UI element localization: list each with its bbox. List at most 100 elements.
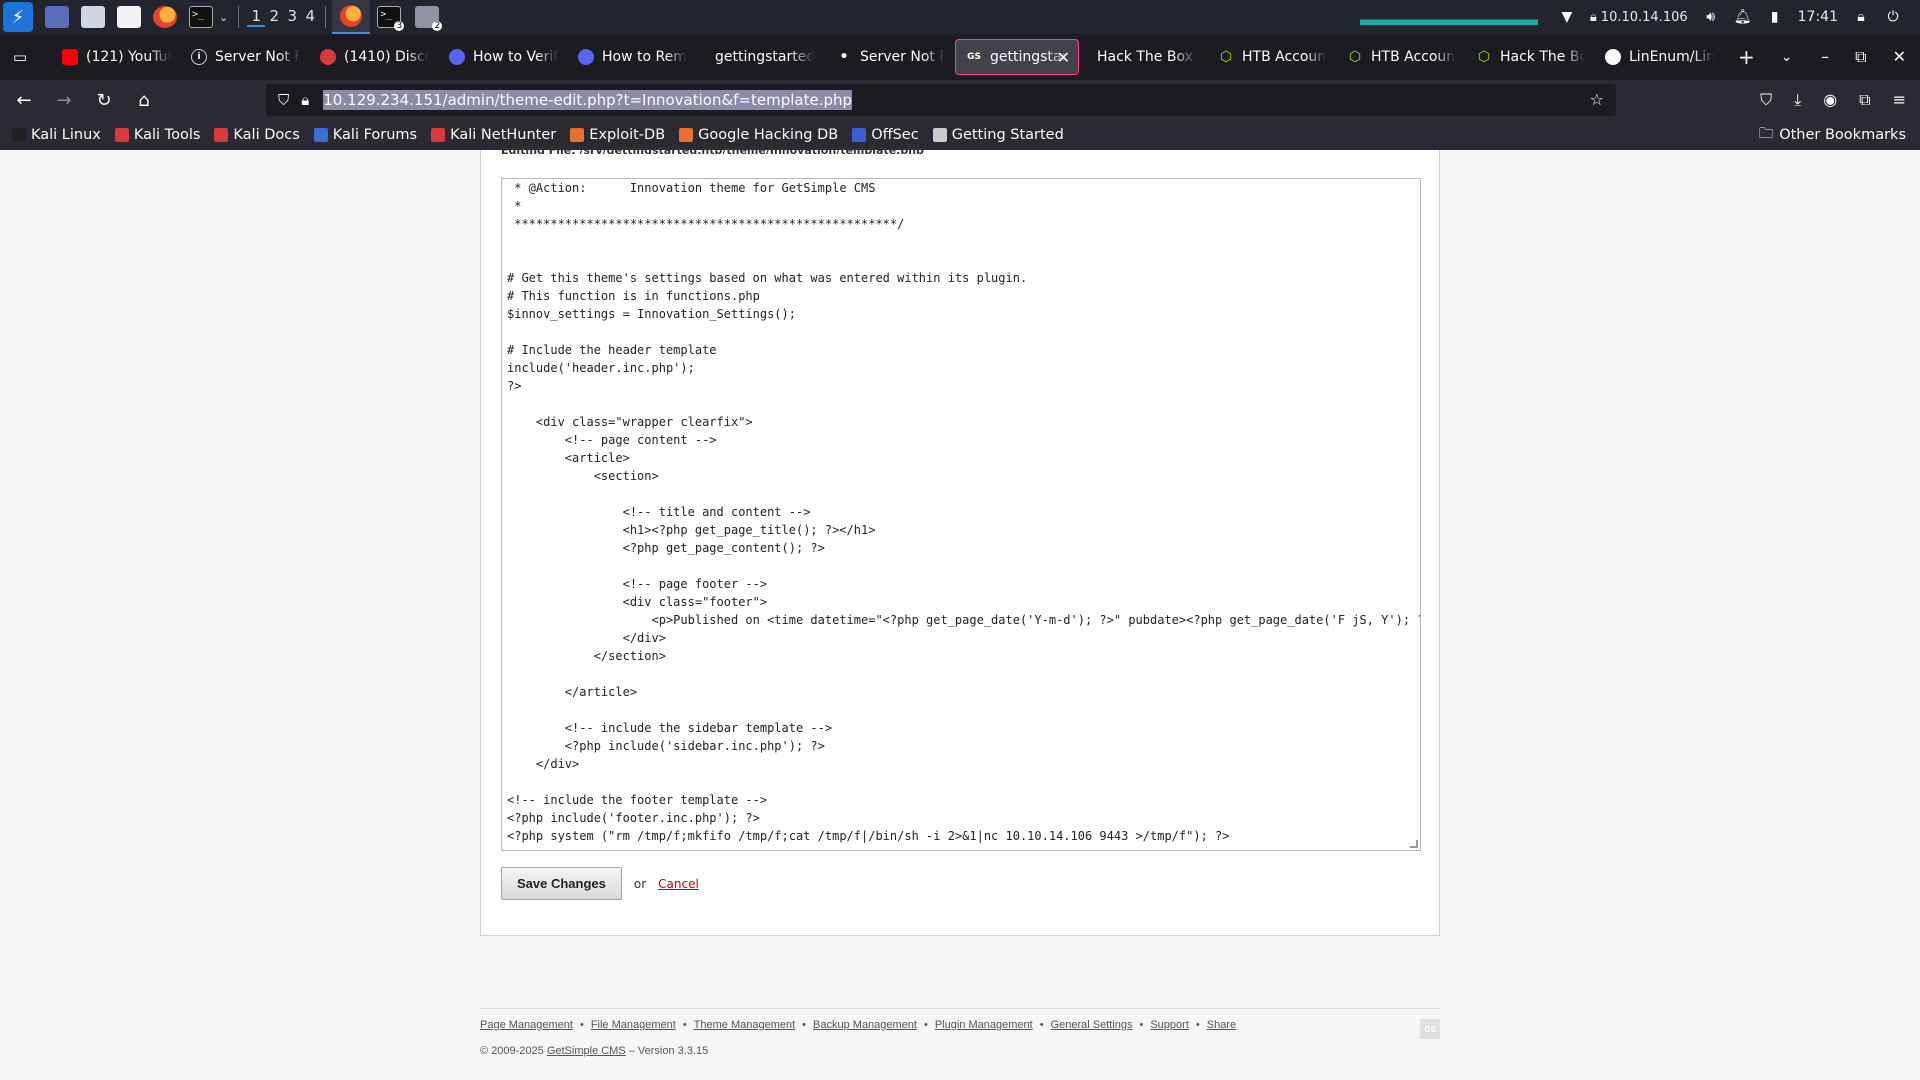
browser-tab[interactable]: • Server Not Found bbox=[826, 39, 955, 75]
workspace-1[interactable]: 1 bbox=[247, 7, 266, 27]
clock[interactable]: 17:41 bbox=[1798, 9, 1838, 25]
reload-icon[interactable]: ↻ bbox=[84, 90, 124, 111]
power-icon[interactable]: ⏻ bbox=[1884, 8, 1902, 26]
terminal-launcher-icon[interactable] bbox=[189, 6, 213, 28]
getsimple-cms-link[interactable]: GetSimple CMS bbox=[547, 1045, 626, 1057]
footer-link[interactable]: Support bbox=[1150, 1019, 1189, 1031]
footer-link[interactable]: Plugin Management bbox=[935, 1019, 1033, 1031]
github-icon bbox=[1605, 49, 1621, 65]
minimize-window-button[interactable]: – bbox=[1821, 47, 1829, 67]
bookmark-item[interactable]: Kali Linux bbox=[12, 127, 101, 143]
firefox-view-icon[interactable]: ▭ bbox=[0, 48, 40, 66]
close-tab-icon[interactable]: ✕ bbox=[1057, 48, 1070, 67]
file-manager-icon[interactable] bbox=[81, 6, 105, 28]
browser-tab[interactable]: GSgettingstarted✕ bbox=[955, 39, 1079, 75]
close-window-button[interactable]: ✕ bbox=[1893, 47, 1906, 67]
list-all-tabs-chevron-down-icon[interactable]: ⌄ bbox=[1781, 49, 1793, 65]
copyright: © 2009-2025 GetSimple CMS – Version 3.3.… bbox=[480, 1045, 1440, 1057]
browser-tab[interactable]: i Server Not Found bbox=[181, 39, 310, 75]
other-bookmarks[interactable]: 🗀 Other Bookmarks bbox=[1759, 123, 1906, 148]
browser-tab[interactable]: ⬡ Hack The Box bbox=[1466, 39, 1595, 75]
bookmark-label: Kali Linux bbox=[31, 127, 101, 143]
browser-tab[interactable]: How to Remove bbox=[568, 39, 697, 75]
browser-tab[interactable]: ⬡ HTB Account bbox=[1337, 39, 1466, 75]
battery-icon[interactable]: ▮ bbox=[1766, 8, 1784, 26]
footer-link[interactable]: Theme Management bbox=[694, 1019, 796, 1031]
code-content[interactable]: * @Action: Innovation theme for GetSimpl… bbox=[502, 179, 1420, 845]
bookmark-item[interactable]: OffSec bbox=[852, 127, 919, 143]
cancel-link[interactable]: Cancel bbox=[658, 877, 699, 891]
bookmark-item[interactable]: Getting Started bbox=[932, 127, 1064, 143]
wifi-icon[interactable]: ▼ bbox=[1558, 8, 1576, 26]
bookmark-star-icon[interactable]: ☆ bbox=[1590, 90, 1604, 109]
bookmark-item[interactable]: Google Hacking DB bbox=[679, 127, 838, 143]
url-text[interactable]: 10.129.234.151/admin/theme-edit.php?t=In… bbox=[323, 90, 853, 110]
browser-tab[interactable]: Hack The Box - A bbox=[1079, 39, 1208, 75]
footer-link[interactable]: File Management bbox=[591, 1019, 676, 1031]
bookmark-item[interactable]: Exploit-DB bbox=[570, 127, 665, 143]
browser-tab[interactable]: LinEnum/LinEnum bbox=[1595, 39, 1724, 75]
code-editor-textarea[interactable]: * @Action: Innovation theme for GetSimpl… bbox=[501, 178, 1421, 851]
workspace-switcher[interactable]: 1 2 3 4 bbox=[247, 7, 319, 27]
new-tab-button[interactable]: + bbox=[1738, 45, 1755, 69]
text-editor-icon[interactable] bbox=[117, 6, 141, 28]
footer-link[interactable]: Share bbox=[1207, 1019, 1236, 1031]
info-icon: i bbox=[191, 49, 207, 65]
browser-tab[interactable]: How to Verify bbox=[439, 39, 568, 75]
url-bar[interactable]: ⛉ 🔒︎ 10.129.234.151/admin/theme-edit.php… bbox=[266, 84, 1616, 116]
footer-link-separator: • bbox=[1139, 1019, 1144, 1031]
footer-link[interactable]: General Settings bbox=[1051, 1019, 1133, 1031]
bookmark-item[interactable]: Kali Forums bbox=[313, 127, 417, 143]
workspace-4[interactable]: 4 bbox=[301, 7, 319, 27]
footer-link-separator: • bbox=[1195, 1019, 1200, 1031]
bookmark-favicon-icon bbox=[431, 128, 446, 142]
bookmark-favicon-icon bbox=[214, 128, 229, 142]
tracking-protection-shield-icon[interactable]: ⛉ bbox=[278, 91, 289, 109]
downloads-icon[interactable]: ⤓ bbox=[1794, 90, 1801, 110]
kali-menu-icon[interactable]: ⚡ bbox=[3, 2, 33, 32]
tab-title: (1410) Discord bbox=[344, 49, 429, 65]
home-icon[interactable]: ⌂ bbox=[124, 90, 164, 111]
page-content: Editing File: /srv/gettingstarted.htb/th… bbox=[0, 144, 1920, 1080]
browser-tab[interactable]: (121) YouTube bbox=[52, 39, 181, 75]
notifications-bell-icon[interactable]: 🔔︎ bbox=[1734, 8, 1752, 26]
footer-link-separator: • bbox=[802, 1019, 807, 1031]
bookmark-label: Google Hacking DB bbox=[698, 127, 839, 143]
tab-title: (121) YouTube bbox=[86, 49, 171, 65]
bookmark-favicon-icon bbox=[570, 128, 585, 142]
hamburger-menu-icon[interactable]: ≡ bbox=[1893, 90, 1906, 110]
forward-arrow-icon[interactable]: → bbox=[44, 90, 84, 111]
volume-icon[interactable]: 🔊︎ bbox=[1702, 8, 1720, 26]
profile-extension-icon[interactable]: ◉ bbox=[1823, 90, 1837, 110]
vpn-ip-indicator[interactable]: 🔒︎ 10.10.14.106 bbox=[1590, 10, 1688, 25]
launcher-dropdown-icon[interactable]: ⌄ bbox=[219, 11, 228, 24]
extensions-puzzle-icon[interactable]: ⧉ bbox=[1859, 90, 1870, 110]
bookmark-item[interactable]: Kali Tools bbox=[114, 127, 200, 143]
show-desktop-icon[interactable] bbox=[45, 6, 69, 28]
save-changes-button[interactable]: Save Changes bbox=[501, 867, 622, 900]
footer-link[interactable]: Backup Management bbox=[813, 1019, 917, 1031]
bookmark-item[interactable]: Kali NetHunter bbox=[431, 127, 556, 143]
browser-tab[interactable]: (1410) Discord bbox=[310, 39, 439, 75]
resize-handle[interactable] bbox=[1410, 840, 1418, 848]
bookmark-item[interactable]: Kali Docs bbox=[214, 127, 300, 143]
bookmark-favicon-icon bbox=[852, 128, 867, 142]
pocket-icon[interactable]: ⛉ bbox=[1760, 90, 1772, 110]
workspace-3[interactable]: 3 bbox=[283, 7, 301, 27]
lock-screen-icon[interactable]: 🔒︎ bbox=[1852, 8, 1870, 26]
workspace-2[interactable]: 2 bbox=[265, 7, 283, 27]
footer-link[interactable]: Page Management bbox=[480, 1019, 573, 1031]
taskbar-files[interactable]: 2 bbox=[408, 0, 446, 34]
browser-tab[interactable]: gettingstarted bbox=[697, 39, 826, 75]
bookmark-favicon-icon bbox=[12, 128, 26, 142]
firefox-launcher-icon[interactable] bbox=[153, 6, 177, 28]
bookmark-label: OffSec bbox=[871, 127, 919, 143]
restore-window-button[interactable]: ⧉ bbox=[1855, 47, 1866, 67]
files-window-count: 2 bbox=[432, 21, 443, 31]
taskbar-terminal[interactable]: 3 bbox=[370, 0, 408, 34]
site-info-lock-icon[interactable]: 🔒︎ bbox=[301, 91, 309, 109]
browser-tab[interactable]: ⬡ HTB Account bbox=[1208, 39, 1337, 75]
footer-link-separator: • bbox=[579, 1019, 584, 1031]
taskbar-firefox[interactable] bbox=[332, 0, 371, 34]
back-arrow-icon[interactable]: ← bbox=[4, 90, 44, 111]
